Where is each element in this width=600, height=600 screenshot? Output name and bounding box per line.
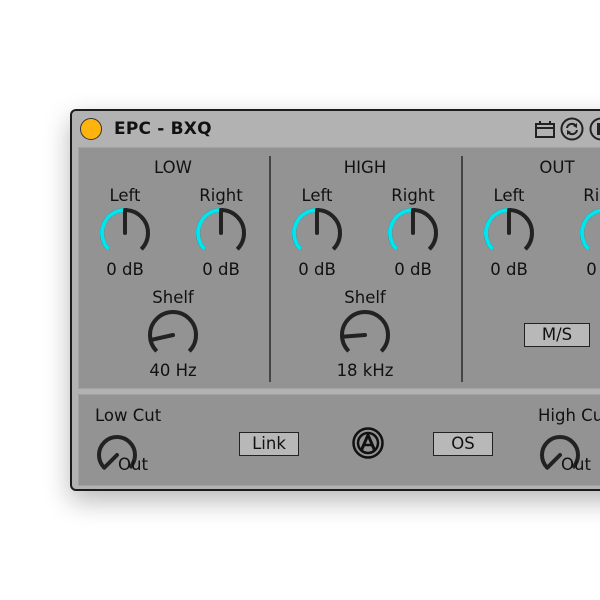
low-shelf-value: 40 Hz xyxy=(149,361,197,380)
section-divider xyxy=(269,156,271,382)
out-right-label: Right xyxy=(583,186,600,205)
out-right-gain-knob[interactable] xyxy=(579,207,600,259)
low-left-gain-knob[interactable] xyxy=(99,207,151,259)
high-right-gain-knob[interactable] xyxy=(387,207,439,259)
main-panel: LOW Left 0 dB Right 0 dB Shelf 40 Hz HIG… xyxy=(78,147,600,389)
low-left-label: Left xyxy=(109,186,141,205)
device-window: EPC - BXQ LOW Left 0 dB Right 0 dB Shelf… xyxy=(70,109,600,491)
low-cut-value: Out xyxy=(118,455,148,474)
save-icon[interactable] xyxy=(589,117,600,141)
bottom-panel: Low Cut Out Link OS High Cut Out xyxy=(78,394,600,486)
out-left-value: 0 dB xyxy=(490,260,528,279)
high-right-value: 0 dB xyxy=(394,260,432,279)
high-section-title: HIGH xyxy=(343,158,387,177)
out-left-label: Left xyxy=(493,186,525,205)
low-right-value: 0 dB xyxy=(202,260,240,279)
oversampling-button[interactable]: OS xyxy=(433,432,493,456)
low-cut-label: Low Cut xyxy=(95,406,162,425)
logo-icon xyxy=(352,427,384,459)
low-right-gain-knob[interactable] xyxy=(195,207,247,259)
link-button[interactable]: Link xyxy=(239,432,299,456)
mid-side-button[interactable]: M/S xyxy=(524,323,590,347)
high-left-gain-knob[interactable] xyxy=(291,207,343,259)
device-title-bar: EPC - BXQ xyxy=(72,111,600,147)
low-section-title: LOW xyxy=(154,158,192,177)
section-divider xyxy=(461,156,463,382)
refresh-icon[interactable] xyxy=(560,117,584,141)
high-shelf-frequency-knob[interactable] xyxy=(339,309,391,361)
out-section-title: OUT xyxy=(539,158,575,177)
device-power-button[interactable] xyxy=(80,118,102,140)
high-shelf-label: Shelf xyxy=(344,288,386,307)
low-right-label: Right xyxy=(199,186,243,205)
out-left-gain-knob[interactable] xyxy=(483,207,535,259)
high-cut-label: High Cut xyxy=(538,406,600,425)
out-right-value: 0 dB xyxy=(586,260,600,279)
high-left-label: Left xyxy=(301,186,333,205)
high-cut-value: Out xyxy=(561,455,591,474)
high-right-label: Right xyxy=(391,186,435,205)
high-shelf-value: 18 kHz xyxy=(336,361,394,380)
low-left-value: 0 dB xyxy=(106,260,144,279)
calendar-icon[interactable] xyxy=(534,119,556,139)
device-title: EPC - BXQ xyxy=(114,119,212,139)
high-left-value: 0 dB xyxy=(298,260,336,279)
low-shelf-frequency-knob[interactable] xyxy=(147,309,199,361)
low-shelf-label: Shelf xyxy=(152,288,194,307)
